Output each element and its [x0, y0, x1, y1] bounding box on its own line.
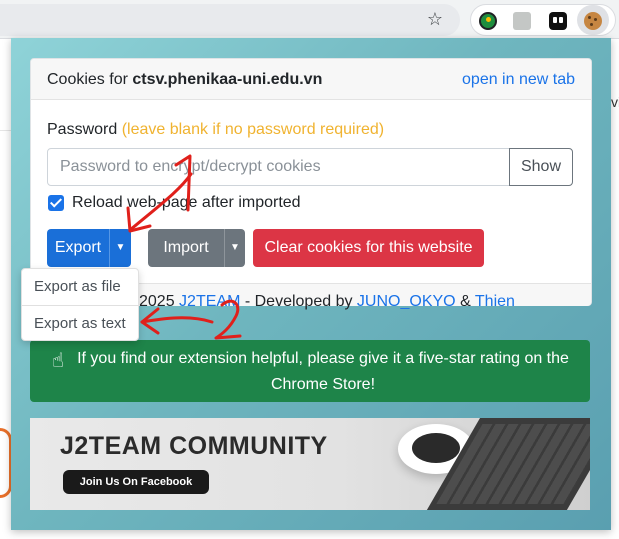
- extensions-area: [470, 4, 616, 36]
- star-icon[interactable]: ☆: [424, 8, 446, 30]
- pointing-hand-icon: ☝: [51, 350, 65, 372]
- page-title: Cookies for ctsv.phenikaa-uni.edu.vn: [47, 71, 322, 89]
- caret-down-icon: ▼: [230, 242, 240, 253]
- developer-link-1[interactable]: JUNO_OKYO: [357, 293, 456, 310]
- export-as-file-item[interactable]: Export as file: [22, 269, 140, 305]
- rating-text: If you find our extension helpful, pleas…: [77, 350, 569, 393]
- cookie-icon[interactable]: [584, 12, 602, 30]
- j2team-link[interactable]: J2TEAM: [179, 293, 240, 310]
- password-label-text: Password: [47, 121, 118, 138]
- extension-black-icon[interactable]: [549, 12, 567, 30]
- extension-green-icon[interactable]: [479, 12, 497, 30]
- background-page-text: vi: [611, 94, 619, 110]
- import-dropdown-toggle[interactable]: ▼: [224, 229, 245, 267]
- credits-amp: &: [460, 293, 471, 310]
- export-dropdown-toggle[interactable]: ▼: [109, 229, 131, 267]
- domain-name: ctsv.phenikaa-uni.edu.vn: [132, 71, 323, 88]
- import-button[interactable]: Import: [148, 229, 224, 267]
- clear-cookies-button[interactable]: Clear cookies for this website: [253, 229, 484, 267]
- reload-checkbox-label: Reload web-page after imported: [72, 194, 301, 211]
- password-label: Password (leave blank if no password req…: [47, 121, 384, 139]
- credits-developed-by: - Developed by: [244, 293, 353, 310]
- show-password-button[interactable]: Show: [509, 148, 573, 186]
- export-menu: Export as file Export as text: [21, 268, 140, 341]
- rating-banner[interactable]: ☝ If you find our extension helpful, ple…: [30, 340, 590, 402]
- banner-title: J2TEAM COMMUNITY: [60, 432, 328, 460]
- credits-year: 2025: [139, 293, 175, 310]
- title-prefix: Cookies for: [47, 71, 128, 88]
- credits: 2025 J2TEAM - Developed by JUNO_OKYO & T…: [139, 293, 515, 311]
- extension-gray-icon[interactable]: [513, 12, 531, 30]
- caret-down-icon: ▼: [115, 242, 126, 253]
- address-bar[interactable]: [0, 4, 460, 36]
- browser-toolbar: ☆: [0, 0, 619, 39]
- password-hint: (leave blank if no password required): [121, 121, 385, 138]
- developer-link-2[interactable]: Thien: [475, 293, 515, 310]
- join-facebook-button[interactable]: Join Us On Facebook: [63, 470, 209, 494]
- reload-checkbox[interactable]: [48, 195, 64, 211]
- password-input[interactable]: [47, 148, 510, 186]
- community-banner[interactable]: J2TEAM COMMUNITY Join Us On Facebook: [30, 418, 590, 510]
- open-new-tab-link[interactable]: open in new tab: [462, 71, 575, 89]
- export-button[interactable]: Export: [47, 229, 109, 267]
- export-as-text-item[interactable]: Export as text: [22, 305, 140, 341]
